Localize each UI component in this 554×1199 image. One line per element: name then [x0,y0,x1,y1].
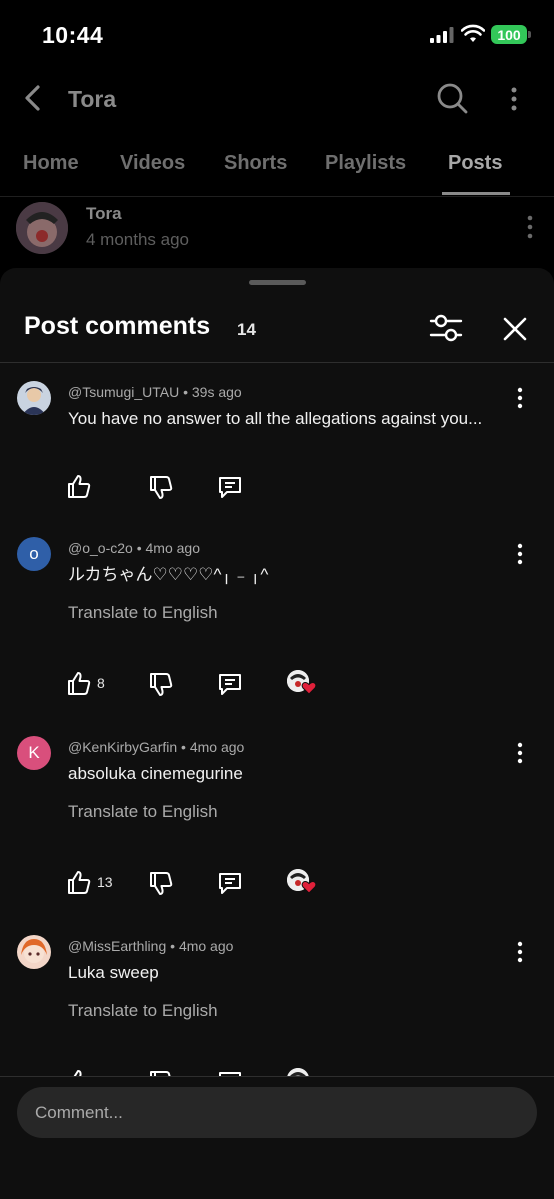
channel-tabs: Home Videos Shorts Playlists Posts [0,140,554,197]
like-count: 13 [97,874,113,890]
thumb-up-icon[interactable] [66,473,92,499]
comment-item: o @o_o-c2o • 4mo ago ルカちゃん♡♡♡♡^╷ ₋ ╷^ Tr… [0,537,554,717]
thumb-down-icon[interactable] [148,475,174,501]
more-vert-icon[interactable] [510,742,530,764]
battery-indicator: 100 [491,25,531,44]
reply-icon[interactable] [217,671,243,697]
avatar[interactable] [17,381,51,415]
comment-handle[interactable]: @KenKirbyGarfin [68,739,177,755]
translate-link[interactable]: Translate to English [68,603,218,623]
comment-handle[interactable]: @Tsumugi_UTAU [68,384,179,400]
tab-shorts[interactable]: Shorts [224,152,287,175]
filter-icon[interactable] [428,312,464,344]
thumb-down-icon[interactable] [148,871,174,897]
translate-link[interactable]: Translate to English [68,802,218,822]
meta-separator: • [136,540,142,556]
post-author[interactable]: Tora [86,204,122,224]
more-vert-icon[interactable] [510,543,530,565]
comment-meta: @o_o-c2o • 4mo ago [68,540,200,556]
comment-age: 4mo ago [189,739,245,755]
active-tab-indicator [442,192,510,195]
more-vert-icon[interactable] [510,387,530,409]
comment-text: ルカちゃん♡♡♡♡^╷ ₋ ╷^ [68,565,269,584]
comment-meta: @Tsumugi_UTAU • 39s ago [68,384,242,400]
more-vert-icon[interactable] [510,941,530,963]
comment-text: Luka sweep [68,963,159,982]
like-count: 8 [97,675,105,691]
sheet-title: Post comments [24,312,211,340]
thumb-up-icon[interactable] [66,869,92,895]
comment-age: 4mo ago [178,938,234,954]
close-icon[interactable] [500,314,530,344]
status-time: 10:44 [42,22,104,48]
comment-handle[interactable]: @o_o-c2o [68,540,133,556]
signal-icon [430,27,454,43]
tab-videos[interactable]: Videos [120,152,185,175]
comment-age: 4mo ago [145,540,200,556]
creator-heart-badge [287,869,317,897]
post-header: Tora 4 months ago [0,198,554,268]
comment-text: absoluka cinemegurine [68,764,243,783]
comments-sheet: Post comments 14 @Tsumugi_UTAU • 39s ago… [0,268,554,1199]
channel-title: Tora [68,86,117,112]
comment-actions [66,473,326,503]
avatar[interactable]: K [17,736,51,770]
comment-item: @MissEarthling • 4mo ago Luka sweep Tran… [0,935,554,1077]
comment-list: @Tsumugi_UTAU • 39s ago You have no answ… [0,363,554,1077]
tab-home[interactable]: Home [23,152,79,175]
thumb-up-icon[interactable] [66,670,92,696]
comment-count: 14 [237,320,256,339]
tab-posts[interactable]: Posts [448,152,502,175]
comment-text: You have no answer to all the allegation… [68,409,483,428]
back-icon[interactable] [18,83,48,113]
heart-icon [301,682,317,695]
comment-actions: 13 [66,869,326,899]
comment-item: @Tsumugi_UTAU • 39s ago You have no answ… [0,381,554,521]
meta-separator: • [170,938,176,954]
reply-icon[interactable] [217,474,243,500]
heart-icon [301,881,317,894]
meta-separator: • [183,384,188,400]
comment-item: K @KenKirbyGarfin • 4mo ago absoluka cin… [0,736,554,916]
comment-actions: 8 [66,670,326,700]
creator-heart-badge [287,670,317,698]
translate-link[interactable]: Translate to English [68,1001,218,1021]
more-vert-icon[interactable] [520,214,540,240]
comment-meta: @MissEarthling • 4mo ago [68,938,233,954]
tab-playlists[interactable]: Playlists [325,152,406,175]
avatar[interactable] [16,202,68,254]
status-bar: 10:44 100 [0,0,554,66]
comment-handle[interactable]: @MissEarthling [68,938,166,954]
app-bar: Tora [0,66,554,132]
meta-separator: • [181,739,186,755]
drag-handle[interactable] [249,280,306,285]
avatar[interactable] [17,935,51,969]
reply-icon[interactable] [217,870,243,896]
more-vert-icon[interactable] [503,84,525,114]
thumb-down-icon[interactable] [148,672,174,698]
post-time: 4 months ago [86,230,190,249]
comment-input-bar [0,1076,554,1199]
search-icon[interactable] [435,81,469,115]
avatar[interactable]: o [17,537,51,571]
comment-age: 39s ago [191,384,242,400]
wifi-icon [461,24,485,42]
comment-input[interactable] [17,1087,537,1138]
comment-meta: @KenKirbyGarfin • 4mo ago [68,739,244,755]
